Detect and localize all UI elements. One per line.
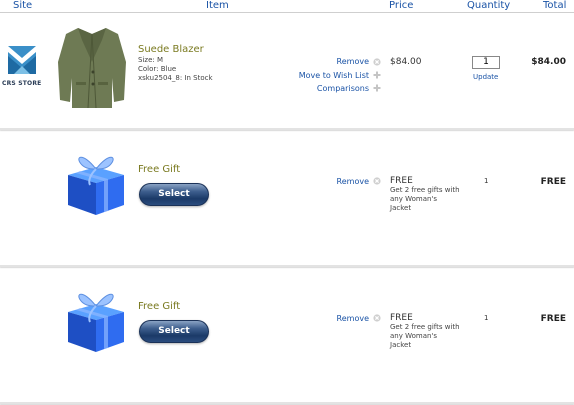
gift-name: Free Gift xyxy=(138,164,181,175)
gift-box-image xyxy=(68,156,124,215)
gift-box-image xyxy=(68,293,124,352)
item-price: $84.00 xyxy=(390,57,422,67)
row-divider xyxy=(0,265,574,267)
item-total: $84.00 xyxy=(531,57,566,67)
item-sku: xsku2504_8: In Stock xyxy=(138,74,213,82)
row-divider xyxy=(0,402,574,404)
gift-total: FREE xyxy=(540,314,566,324)
header-total: Total xyxy=(543,0,567,11)
remove-x-icon[interactable] xyxy=(373,314,381,322)
remove-x-icon[interactable] xyxy=(373,58,381,66)
update-link[interactable]: Update xyxy=(473,73,498,81)
gift-total: FREE xyxy=(540,177,566,187)
remove-x-icon[interactable] xyxy=(373,177,381,185)
gift-description: Get 2 free gifts with any Woman's Jacket xyxy=(390,186,460,212)
comparisons-link[interactable]: Comparisons xyxy=(249,84,369,93)
header-site: Site xyxy=(13,0,33,11)
gift-quantity: 1 xyxy=(484,177,489,185)
header-price: Price xyxy=(389,0,414,11)
gift-price: FREE xyxy=(390,313,413,323)
header-item: Item xyxy=(206,0,229,11)
select-gift-button[interactable]: Select xyxy=(139,183,209,206)
gift-quantity: 1 xyxy=(484,314,489,322)
remove-link[interactable]: Remove xyxy=(249,57,369,66)
move-to-wishlist-link[interactable]: Move to Wish List xyxy=(249,71,369,80)
gift-price: FREE xyxy=(390,176,413,186)
gift-description: Get 2 free gifts with any Woman's Jacket xyxy=(390,323,460,349)
header-divider xyxy=(0,12,574,13)
select-gift-button[interactable]: Select xyxy=(139,320,209,343)
gift-name: Free Gift xyxy=(138,301,181,312)
remove-link[interactable]: Remove xyxy=(249,177,369,186)
row-divider xyxy=(0,128,574,130)
item-name[interactable]: Suede Blazer xyxy=(138,44,204,55)
quantity-input[interactable]: 1 xyxy=(472,56,500,69)
item-color: Color: Blue xyxy=(138,65,177,73)
store-label: CRS STORE xyxy=(2,80,42,87)
plus-icon[interactable] xyxy=(373,71,381,79)
crs-store-logo xyxy=(8,46,36,74)
remove-link[interactable]: Remove xyxy=(249,314,369,323)
header-quantity: Quantity xyxy=(467,0,511,11)
plus-icon[interactable] xyxy=(373,84,381,92)
jacket-image[interactable] xyxy=(52,22,132,112)
item-size: Size: M xyxy=(138,56,163,64)
